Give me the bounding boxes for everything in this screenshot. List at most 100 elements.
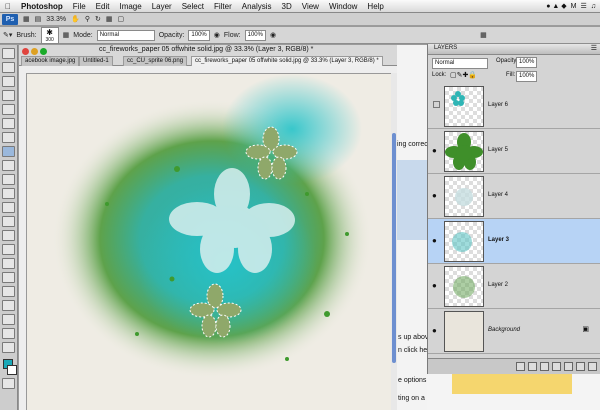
eye-icon[interactable]: ● xyxy=(432,236,439,245)
layer-row-layer-3[interactable]: ● Layer 3 xyxy=(428,219,600,264)
tab-untitled-1[interactable]: Untitled-1 xyxy=(79,56,113,66)
magic-wand-tool-icon[interactable] xyxy=(2,90,15,101)
vertical-ruler[interactable] xyxy=(19,73,27,410)
blur-tool-icon[interactable] xyxy=(2,216,15,227)
menu-select[interactable]: Select xyxy=(177,2,209,11)
scroll-thumb[interactable] xyxy=(392,133,396,363)
shape-tool-icon[interactable] xyxy=(2,286,15,297)
status-icons[interactable]: ● ▲ ◆ xyxy=(546,2,566,10)
horizontal-ruler[interactable] xyxy=(19,66,397,74)
adjustment-layer-icon[interactable] xyxy=(552,362,561,371)
mode-select[interactable]: Normal xyxy=(96,29,155,41)
menu-window[interactable]: Window xyxy=(324,2,362,11)
apple-icon[interactable]:  xyxy=(0,2,16,11)
workspace-icon[interactable]: ▦ xyxy=(480,31,487,39)
zoom-window-button[interactable] xyxy=(40,48,47,55)
layer-row-layer-4[interactable]: ● Layer 4 xyxy=(428,174,600,219)
pressure-opacity-icon[interactable]: ◉ xyxy=(214,31,220,39)
hand-tool-icon[interactable] xyxy=(2,328,15,339)
layer-row-layer-5[interactable]: ● Layer 5 xyxy=(428,129,600,174)
pen-tool-icon[interactable] xyxy=(2,244,15,255)
3d-orbit-tool-icon[interactable] xyxy=(2,314,15,325)
volume-icon[interactable]: ♫ xyxy=(591,3,596,10)
layer-row-layer-6[interactable]: Layer 6 xyxy=(428,84,600,129)
link-layers-icon[interactable] xyxy=(516,362,525,371)
rotate-view-icon[interactable]: ↻ xyxy=(95,15,101,23)
panel-menu-icon[interactable]: ☰ xyxy=(591,44,597,52)
type-tool-icon[interactable] xyxy=(2,258,15,269)
move-tool-icon[interactable] xyxy=(2,48,15,59)
brush-panel-icon[interactable]: ▦ xyxy=(63,31,70,39)
menu-filter[interactable]: Filter xyxy=(209,2,237,11)
layer-name[interactable]: Layer 5 xyxy=(488,147,508,153)
flow-field[interactable]: 100% xyxy=(244,29,266,41)
menu-view[interactable]: View xyxy=(297,2,324,11)
close-window-button[interactable] xyxy=(22,48,29,55)
tab-cu-sprite[interactable]: cc_CU_sprite 06.png xyxy=(123,56,188,66)
layer-mask-icon[interactable] xyxy=(540,362,549,371)
gradient-tool-icon[interactable] xyxy=(2,202,15,213)
layer-opacity-field[interactable]: 100% xyxy=(516,57,538,68)
bridge-icon[interactable]: ▦ xyxy=(23,15,30,23)
brush-tool-icon[interactable] xyxy=(2,146,15,157)
layer-row-background[interactable]: ● Background ▣ xyxy=(428,309,600,354)
fill-field[interactable]: 100% xyxy=(516,71,538,82)
3d-rotate-tool-icon[interactable] xyxy=(2,300,15,311)
menu-image[interactable]: Image xyxy=(114,2,146,11)
menu-analysis[interactable]: Analysis xyxy=(237,2,277,11)
menu-app-name[interactable]: Photoshop xyxy=(16,2,68,11)
dodge-tool-icon[interactable] xyxy=(2,230,15,241)
marquee-tool-icon[interactable] xyxy=(2,62,15,73)
airbrush-icon[interactable]: ◉ xyxy=(270,31,276,39)
menu-3d[interactable]: 3D xyxy=(277,2,297,11)
blend-mode-select[interactable]: Normal xyxy=(432,58,488,69)
eye-icon[interactable]: ● xyxy=(432,326,439,335)
eye-icon[interactable]: ● xyxy=(432,281,439,290)
tool-preset-icon[interactable]: ✎▾ xyxy=(3,31,12,39)
brush-preview[interactable]: ✱ 300 xyxy=(40,26,59,44)
minibridge-icon[interactable]: ▤ xyxy=(35,15,42,23)
arrange-documents-icon[interactable]: ▦ xyxy=(106,15,113,23)
zoom-level[interactable]: 33.3% xyxy=(46,16,66,23)
quick-mask-icon[interactable] xyxy=(2,378,15,389)
background-color-swatch[interactable] xyxy=(7,365,17,375)
screen-mode-icon[interactable]: ▢ xyxy=(117,15,124,23)
clone-stamp-tool-icon[interactable] xyxy=(2,160,15,171)
layer-name[interactable]: Layer 2 xyxy=(488,282,508,288)
layer-style-icon[interactable] xyxy=(528,362,537,371)
eye-icon[interactable]: ● xyxy=(432,191,439,200)
history-brush-tool-icon[interactable] xyxy=(2,174,15,185)
lasso-tool-icon[interactable] xyxy=(2,76,15,87)
wifi-icon[interactable]: ☰ xyxy=(580,2,586,10)
layer-name[interactable]: Layer 3 xyxy=(488,237,509,243)
crop-tool-icon[interactable] xyxy=(2,104,15,115)
tab-fireworks-paper[interactable]: cc_fireworks_paper 05 offwhite solid.jpg… xyxy=(191,56,383,66)
minimize-window-button[interactable] xyxy=(31,48,38,55)
layer-name[interactable]: Background xyxy=(488,327,520,333)
hand-tool-icon[interactable]: ✋ xyxy=(71,15,80,23)
menubar-right-label[interactable]: M xyxy=(571,3,577,10)
new-layer-icon[interactable] xyxy=(576,362,585,371)
eraser-tool-icon[interactable] xyxy=(2,188,15,199)
menu-help[interactable]: Help xyxy=(362,2,388,11)
menu-layer[interactable]: Layer xyxy=(147,2,177,11)
healing-brush-tool-icon[interactable] xyxy=(2,132,15,143)
new-group-icon[interactable] xyxy=(564,362,573,371)
layer-name[interactable]: Layer 6 xyxy=(488,102,508,108)
lock-icons[interactable]: ▢✎✚🔒 xyxy=(450,71,477,79)
eye-icon[interactable]: ● xyxy=(432,146,439,155)
trash-icon[interactable] xyxy=(588,362,597,371)
layers-tab[interactable]: LAYERS xyxy=(434,45,457,51)
layer-name[interactable]: Layer 4 xyxy=(488,192,508,198)
path-selection-tool-icon[interactable] xyxy=(2,272,15,283)
layer-row-layer-2[interactable]: ● Layer 2 xyxy=(428,264,600,309)
eyedropper-tool-icon[interactable] xyxy=(2,118,15,129)
image-canvas[interactable] xyxy=(27,74,391,410)
menu-file[interactable]: File xyxy=(68,2,91,11)
menu-edit[interactable]: Edit xyxy=(91,2,115,11)
opacity-field[interactable]: 100% xyxy=(188,29,210,41)
zoom-tool-icon[interactable]: ⚲ xyxy=(85,15,90,23)
zoom-tool-icon[interactable] xyxy=(2,342,15,353)
tab-facebook-image[interactable]: acebook image.jpg xyxy=(21,56,80,66)
visibility-toggle-off-icon[interactable] xyxy=(433,101,440,108)
